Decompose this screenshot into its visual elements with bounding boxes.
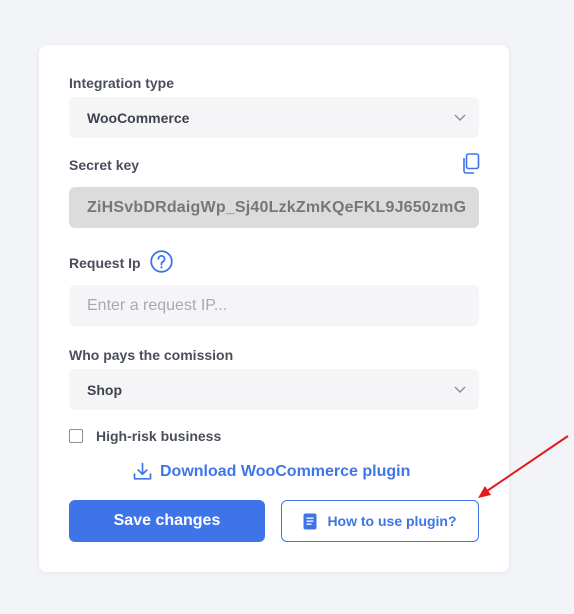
chevron-down-icon xyxy=(454,114,466,121)
integration-type-label: Integration type xyxy=(69,75,175,91)
how-to-use-plugin-label: How to use plugin? xyxy=(327,513,457,529)
secret-key-field[interactable]: ZiHSvbDRdaigWp_Sj40LzkZmKQeFKL9J650zmG xyxy=(69,187,479,228)
annotation-arrow xyxy=(478,435,569,498)
document-icon xyxy=(303,513,317,529)
request-ip-label: Request Ip xyxy=(69,255,141,271)
copy-icon[interactable] xyxy=(461,153,480,174)
download-icon xyxy=(133,462,152,480)
save-changes-button[interactable]: Save changes xyxy=(69,500,265,542)
commission-label: Who pays the comission xyxy=(69,347,234,363)
chevron-down-icon xyxy=(454,386,466,393)
high-risk-checkbox[interactable] xyxy=(69,429,83,443)
commission-value: Shop xyxy=(87,381,122,398)
help-icon[interactable] xyxy=(150,250,173,273)
secret-key-value: ZiHSvbDRdaigWp_Sj40LzkZmKQeFKL9J650zmG xyxy=(87,198,467,216)
secret-key-label: Secret key xyxy=(69,157,140,173)
how-to-use-plugin-button[interactable]: How to use plugin? xyxy=(281,500,479,542)
request-ip-input[interactable] xyxy=(69,285,479,326)
download-plugin-label: Download WooCommerce plugin xyxy=(160,462,411,480)
commission-select[interactable]: Shop xyxy=(69,369,479,410)
integration-type-select[interactable]: WooCommerce xyxy=(69,97,479,138)
integration-type-value: WooCommerce xyxy=(87,109,190,126)
download-plugin-link[interactable]: Download WooCommerce plugin xyxy=(133,462,410,481)
high-risk-label[interactable]: High-risk business xyxy=(96,428,221,444)
